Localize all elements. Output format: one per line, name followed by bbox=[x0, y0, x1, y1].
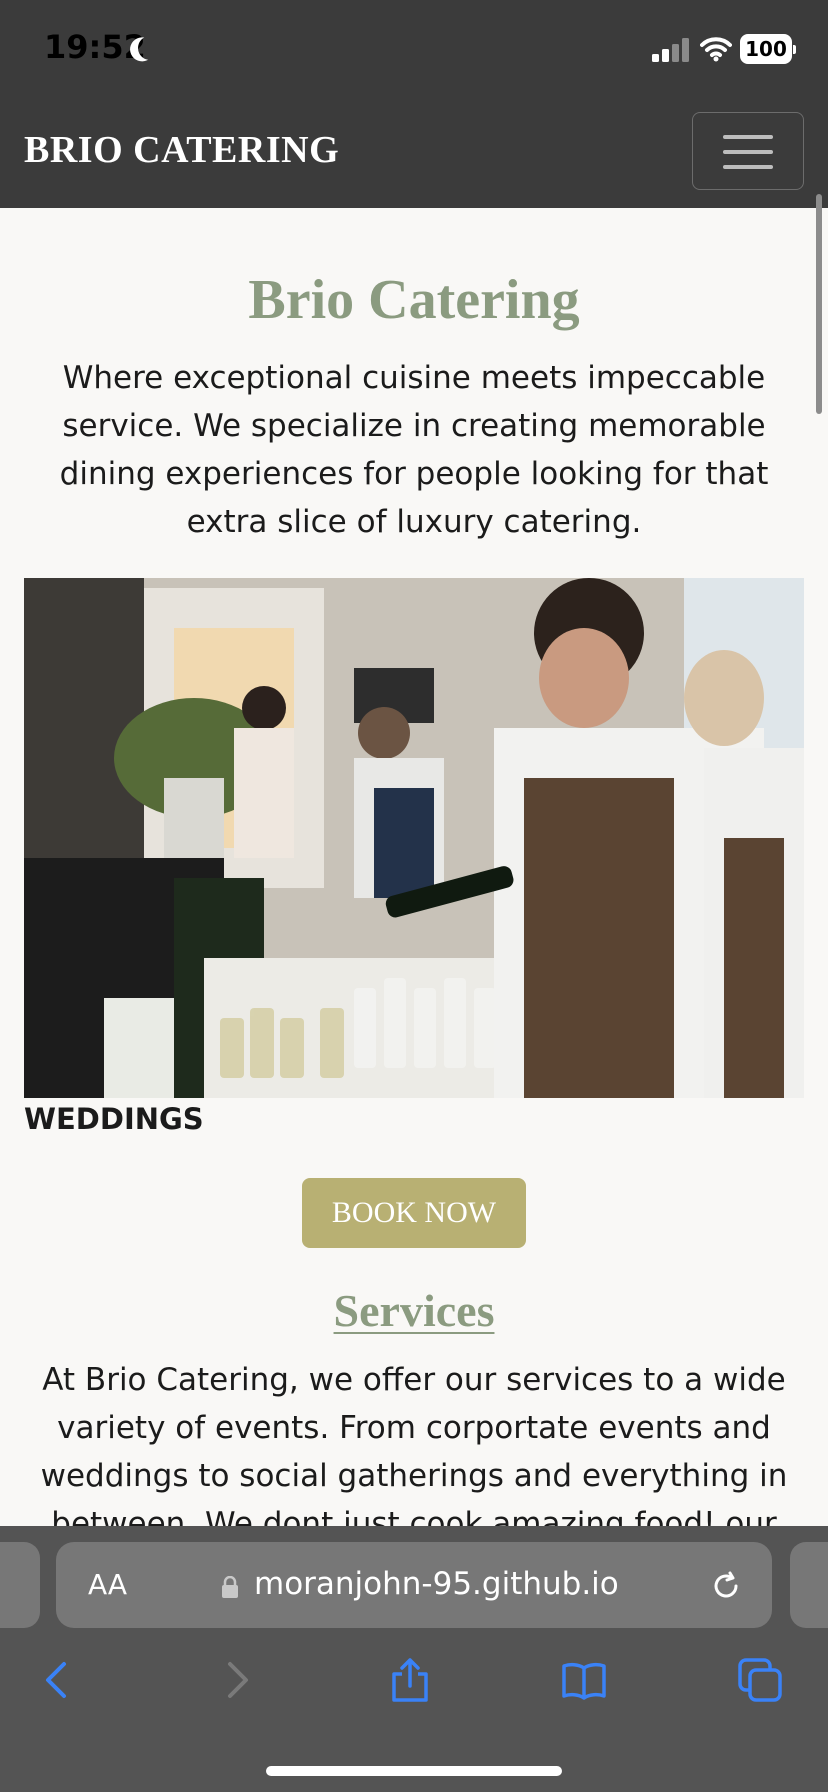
url-text[interactable]: moranjohn-95.github.io bbox=[254, 1566, 619, 1602]
hamburger-icon bbox=[723, 135, 773, 139]
services-description: At Brio Catering, we offer our services … bbox=[40, 1362, 788, 1542]
tabs-icon[interactable] bbox=[736, 1656, 784, 1704]
battery-indicator: 100 bbox=[740, 34, 796, 64]
forward-icon[interactable] bbox=[212, 1656, 260, 1704]
reload-icon[interactable] bbox=[708, 1568, 744, 1604]
back-icon[interactable] bbox=[34, 1656, 82, 1704]
previous-tab-preview[interactable] bbox=[0, 1542, 40, 1628]
bookmarks-icon[interactable] bbox=[560, 1656, 608, 1704]
weddings-photo bbox=[24, 578, 804, 1098]
page-title: Brio Catering bbox=[248, 269, 580, 331]
status-time: 19:52 bbox=[44, 28, 146, 66]
wifi-icon bbox=[700, 37, 732, 62]
lock-icon bbox=[222, 1576, 238, 1598]
home-indicator[interactable] bbox=[266, 1766, 562, 1776]
cellular-signal-icon bbox=[652, 38, 689, 62]
book-now-button[interactable]: BOOK NOW bbox=[302, 1178, 526, 1248]
brand-link[interactable]: BRIO CATERING bbox=[24, 128, 339, 172]
section-caption: WEDDINGS bbox=[24, 1102, 204, 1136]
share-icon[interactable] bbox=[386, 1656, 434, 1704]
menu-toggle-button[interactable] bbox=[692, 112, 804, 190]
hero-description: Where exceptional cuisine meets impeccab… bbox=[59, 360, 769, 540]
next-tab-preview[interactable] bbox=[790, 1542, 828, 1628]
text-size-label: AA bbox=[88, 1568, 128, 1601]
services-heading[interactable]: Services bbox=[0, 1284, 828, 1337]
text-size-button[interactable]: AA bbox=[88, 1568, 127, 1601]
